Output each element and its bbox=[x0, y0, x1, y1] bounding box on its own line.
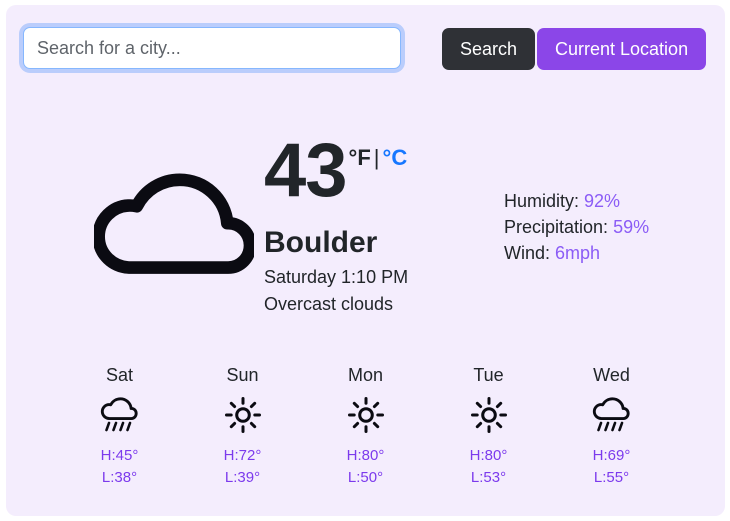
forecast-temps: H:72° L:39° bbox=[181, 445, 304, 489]
current-location-button[interactable]: Current Location bbox=[537, 28, 707, 70]
sun-icon bbox=[346, 395, 386, 435]
weather-app-card: Search Current Location 43 °F|°C Boulder… bbox=[6, 5, 725, 516]
unit-separator: | bbox=[373, 145, 380, 170]
humidity-row: Humidity: 92% bbox=[504, 188, 649, 214]
forecast-low: L:53° bbox=[470, 469, 507, 486]
unit-toggle: °F | °C bbox=[349, 145, 408, 171]
humidity-value: 92% bbox=[584, 191, 621, 211]
unit-celsius-option[interactable]: °C bbox=[383, 145, 408, 170]
cloud-rain-icon bbox=[100, 395, 140, 435]
forecast-temps: H:80° L:50° bbox=[304, 445, 427, 489]
weather-details: Humidity: 92% Precipitation: 59% Wind: 6… bbox=[504, 188, 649, 266]
local-time: Saturday 1:10 PM bbox=[264, 266, 409, 287]
forecast-day: Wed H:69° L:55° bbox=[550, 363, 673, 489]
forecast-high: H:72° bbox=[223, 447, 262, 464]
search-button[interactable]: Search bbox=[442, 28, 536, 70]
forecast-day-label: Mon bbox=[347, 365, 383, 385]
humidity-label: Humidity: bbox=[504, 191, 580, 211]
cloud-rain-icon bbox=[592, 395, 632, 435]
forecast-low: L:50° bbox=[347, 469, 384, 486]
search-input-container[interactable] bbox=[23, 27, 401, 69]
wind-row: Wind: 6mph bbox=[504, 240, 649, 266]
forecast-temps: H:45° L:38° bbox=[58, 445, 181, 489]
precipitation-row: Precipitation: 59% bbox=[504, 214, 649, 240]
unit-fahrenheit-option[interactable]: °F bbox=[349, 145, 371, 170]
city-name: Boulder bbox=[264, 225, 378, 259]
forecast-day-label: Sat bbox=[105, 365, 134, 385]
forecast-low: L:38° bbox=[101, 469, 138, 486]
forecast-high: H:80° bbox=[346, 447, 385, 464]
current-weather-panel: 43 °F | °C Boulder Saturday 1:10 PM Overca… bbox=[6, 100, 725, 340]
temperature-value: 43 bbox=[264, 128, 348, 213]
wind-label: Wind: bbox=[504, 243, 551, 263]
temperature-block: 43 °F | °C Boulder Saturday 1:10 PM Overca… bbox=[264, 128, 409, 317]
search-bar: Search Current Location bbox=[6, 5, 725, 95]
wind-value: 6mph bbox=[555, 243, 601, 263]
sun-icon bbox=[469, 395, 509, 435]
cloud-icon bbox=[94, 173, 254, 278]
forecast-high: H:80° bbox=[469, 447, 508, 464]
precipitation-label: Precipitation: bbox=[504, 217, 609, 237]
forecast-high: H:69° bbox=[592, 447, 631, 464]
forecast-high: H:45° bbox=[100, 447, 139, 464]
forecast-day: Sat H:45° L:38° bbox=[58, 363, 181, 489]
forecast-temps: H:80° L:53° bbox=[427, 445, 550, 489]
weather-conditions: Overcast clouds bbox=[264, 294, 394, 315]
forecast-low: L:55° bbox=[593, 469, 630, 486]
temperature-line: 43 °F | °C bbox=[264, 128, 408, 213]
forecast-temps: H:69° L:55° bbox=[550, 445, 673, 489]
forecast-day-label: Wed bbox=[593, 365, 630, 385]
search-input[interactable] bbox=[24, 28, 400, 68]
forecast-day: Tue H:80° L:53° bbox=[427, 363, 550, 489]
forecast-day-label: Tue bbox=[473, 365, 504, 385]
forecast-day: Mon H:80° L:50° bbox=[304, 363, 427, 489]
forecast-day: Sun H:72° L:39° bbox=[181, 363, 304, 489]
precipitation-value: 59% bbox=[613, 217, 650, 237]
forecast-low: L:39° bbox=[224, 469, 261, 486]
forecast-strip: Sat H:45° L:38° Sun H:72° L:39° Mon H:80… bbox=[58, 363, 673, 489]
forecast-day-label: Sun bbox=[226, 365, 259, 385]
sun-icon bbox=[223, 395, 263, 435]
